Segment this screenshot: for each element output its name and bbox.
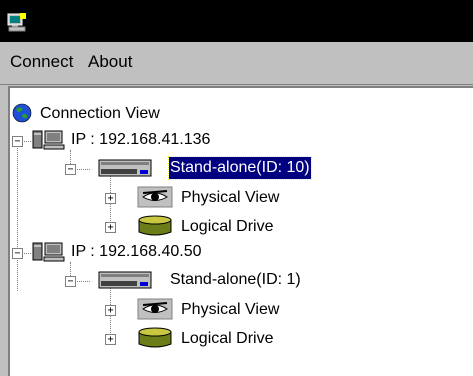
collapse-toggle[interactable]: − (65, 164, 76, 175)
tree-node-label: Physical View (181, 189, 280, 206)
tree-node-label: Logical Drive (181, 330, 274, 347)
expand-toggle[interactable]: + (105, 305, 116, 316)
collapse-toggle[interactable]: − (12, 136, 23, 147)
controller-label: Stand-alone(ID: 1) (170, 271, 301, 288)
tree-node-label: Connection View (40, 105, 160, 122)
collapse-toggle[interactable]: − (65, 276, 76, 287)
globe-icon (12, 103, 32, 123)
storage-controller-icon (98, 159, 152, 177)
app-icon[interactable] (7, 12, 27, 32)
menu-bar: Connect About (0, 42, 473, 85)
controller-label-selected: Stand-alone(ID: 10) (168, 156, 312, 180)
tree-view[interactable]: Connection View − IP : 192.168.41.136 − … (8, 86, 473, 376)
host-ip-label: IP : 192.168.41.136 (71, 131, 211, 148)
collapse-toggle[interactable]: − (12, 248, 23, 259)
storage-controller-icon (98, 271, 152, 289)
logical-drive-icon (138, 215, 172, 236)
tree-node-label: Physical View (181, 301, 280, 318)
menu-about[interactable]: About (86, 52, 134, 72)
expand-toggle[interactable]: + (105, 222, 116, 233)
expand-toggle[interactable]: + (105, 193, 116, 204)
logical-drive-icon (138, 327, 172, 348)
physical-view-eye-icon (137, 186, 173, 208)
host-ip-label: IP : 192.168.40.50 (71, 243, 202, 260)
expand-toggle[interactable]: + (105, 334, 116, 345)
title-bar (0, 0, 473, 42)
tree-line (17, 141, 18, 291)
tree-node-label: Logical Drive (181, 218, 274, 235)
host-computer-icon (32, 242, 65, 262)
physical-view-eye-icon (137, 298, 173, 320)
host-computer-icon (32, 130, 65, 150)
menu-connect[interactable]: Connect (8, 52, 75, 72)
